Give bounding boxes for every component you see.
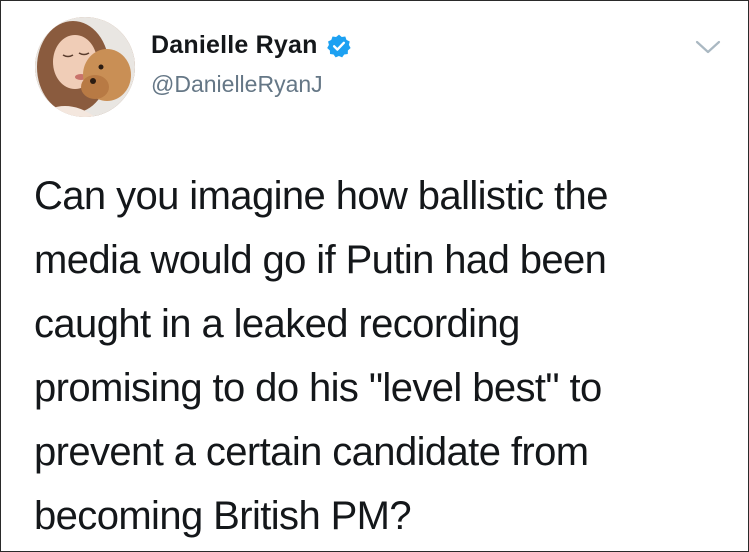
author-name-row: Danielle Ryan xyxy=(151,31,352,60)
tweet-line: Can you imagine how ballistic the xyxy=(34,174,608,218)
verified-badge-icon xyxy=(326,33,352,59)
tweet-line: caught in a leaked recording xyxy=(34,302,520,346)
avatar[interactable] xyxy=(35,17,135,117)
author-display-name[interactable]: Danielle Ryan xyxy=(151,31,318,60)
chevron-down-icon[interactable] xyxy=(693,37,723,57)
author-handle[interactable]: @DanielleRyanJ xyxy=(151,71,323,98)
tweet-card: Danielle Ryan @DanielleRyanJ Can you ima… xyxy=(0,0,749,552)
tweet-line: prevent a certain candidate from xyxy=(34,430,589,474)
tweet-line: promising to do his "level best" to xyxy=(34,366,602,410)
avatar-photo xyxy=(35,17,135,117)
tweet-line: becoming British PM? xyxy=(34,494,412,538)
tweet-line: media would go if Putin had been xyxy=(34,238,607,282)
tweet-text: Can you imagine how ballistic the media … xyxy=(34,164,724,548)
